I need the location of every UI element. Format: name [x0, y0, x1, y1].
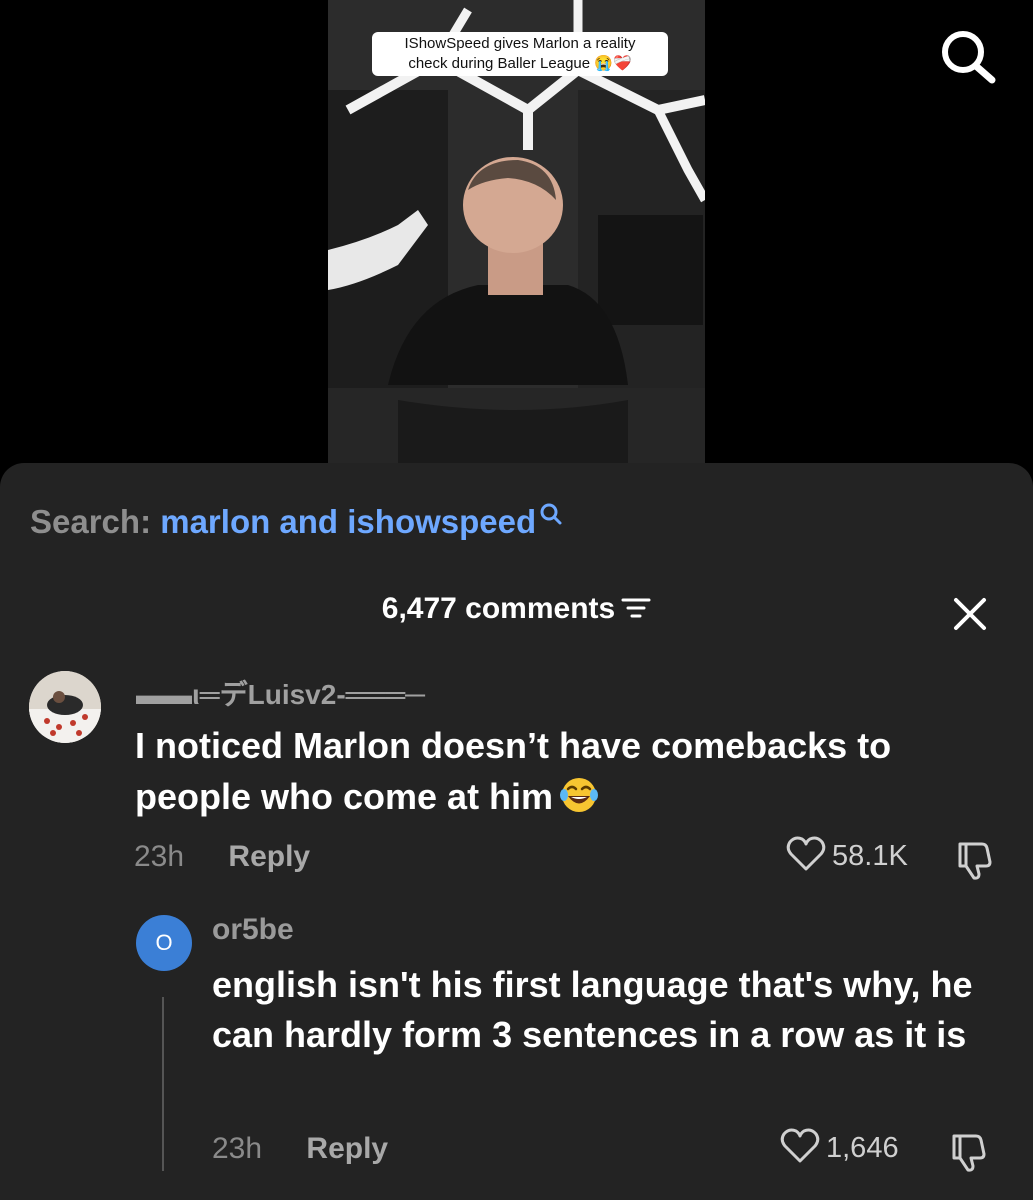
avatar[interactable]: O	[136, 915, 192, 971]
reply-button[interactable]: Reply	[228, 840, 310, 873]
reply-button[interactable]: Reply	[306, 1132, 388, 1165]
comment-meta: 23h Reply	[134, 840, 310, 874]
like-button[interactable]: 1,646	[780, 1128, 899, 1165]
dislike-icon[interactable]	[952, 838, 996, 882]
comment-time: 23h	[134, 840, 185, 873]
like-count: 58.1K	[832, 840, 908, 872]
like-button[interactable]: 58.1K	[786, 836, 908, 873]
comment-username[interactable]: ▬▬ι═デLuisv2-═══─	[136, 673, 425, 713]
comments-header: 6,477 comments	[0, 592, 1033, 626]
like-count: 1,646	[826, 1132, 899, 1164]
comment-text-line: I noticed Marlon doesn’t have comebacks …	[135, 725, 892, 766]
search-icon[interactable]	[938, 28, 998, 84]
caption-line-2: check during Baller League 😭❤️‍🩹	[408, 55, 632, 72]
caption-line-1: IShowSpeed gives Marlon a reality	[404, 35, 636, 52]
comment-text-line: people who come at him	[135, 771, 995, 822]
video-player[interactable]: IShowSpeed gives Marlon a reality check …	[0, 0, 1033, 470]
comment-text: english isn't his first language that's …	[212, 964, 973, 1055]
heart-icon	[780, 1128, 820, 1163]
comments-sheet	[0, 463, 1033, 1200]
video-caption: IShowSpeed gives Marlon a reality check …	[372, 32, 668, 76]
comment-text: I noticed Marlon doesn’t have comebacks …	[135, 720, 995, 822]
comment-username[interactable]: or5be	[212, 913, 294, 947]
search-prefix: Search:	[30, 503, 152, 540]
avatar-image	[29, 671, 101, 743]
dislike-icon[interactable]	[946, 1130, 990, 1174]
related-search-link[interactable]: Search: marlon and ishowspeed	[30, 503, 564, 541]
close-icon[interactable]	[950, 594, 990, 634]
heart-icon	[786, 836, 826, 871]
comments-count: 6,477 comments	[381, 592, 616, 625]
laughing-emoji-icon	[559, 775, 599, 815]
comment-meta: 23h Reply	[212, 1132, 388, 1166]
filter-icon[interactable]	[621, 595, 651, 621]
reply-thread-line	[162, 997, 164, 1171]
avatar[interactable]	[29, 671, 101, 743]
caption-emoji: 😭❤️‍🩹	[594, 55, 632, 72]
search-icon	[540, 503, 562, 525]
comment-time: 23h	[212, 1132, 263, 1165]
search-term[interactable]: marlon and ishowspeed	[160, 503, 536, 540]
